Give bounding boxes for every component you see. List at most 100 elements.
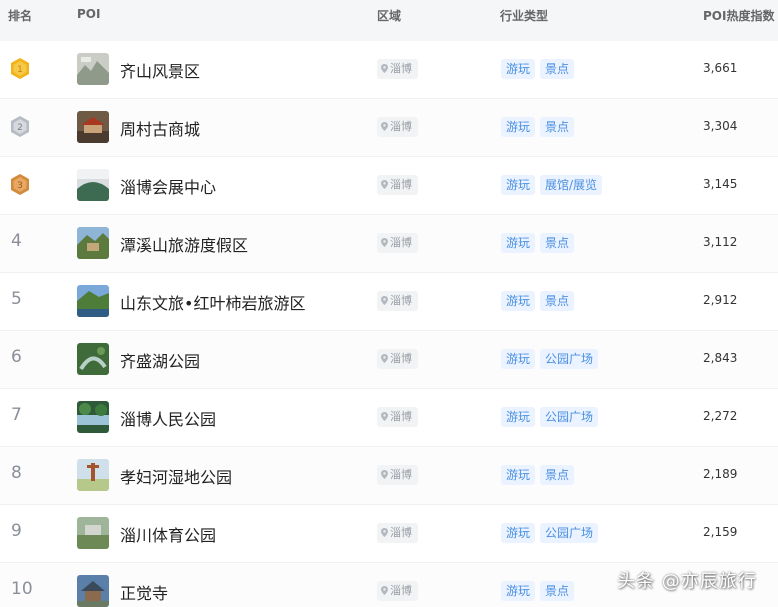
location-pin-icon — [381, 528, 388, 537]
region-label: 淄博 — [390, 352, 412, 365]
table-row[interactable]: 8 孝妇河湿地公园 淄博 游玩 景点 2,189 — [0, 447, 778, 505]
region-badge: 淄博 — [377, 523, 418, 543]
heat-index-value: 2,912 — [703, 293, 738, 307]
industry-tag-secondary: 景点 — [540, 581, 575, 601]
heat-index-value: 2,843 — [703, 351, 738, 365]
region-label: 淄博 — [390, 178, 412, 191]
table-header: 排名 POI 区域 行业类型 POI热度指数 — [0, 0, 778, 42]
industry-tag-secondary: 景点 — [540, 291, 575, 311]
industry-tag-primary: 游玩 — [501, 581, 536, 601]
industry-tag-secondary: 公园广场 — [540, 523, 599, 543]
bronze-medal-icon: 3 — [9, 173, 31, 197]
industry-tag-primary: 游玩 — [501, 59, 536, 79]
rank-number: 10 — [11, 579, 33, 599]
poi-thumbnail-image[interactable] — [77, 169, 109, 201]
region-badge: 淄博 — [377, 407, 418, 427]
poi-name-link[interactable]: 正觉寺 — [120, 580, 168, 604]
industry-tag-primary: 游玩 — [501, 349, 536, 369]
poi-thumbnail-image[interactable] — [77, 401, 109, 433]
region-badge: 淄博 — [377, 465, 418, 485]
region-badge: 淄博 — [377, 581, 418, 601]
poi-thumbnail-image[interactable] — [77, 517, 109, 549]
heat-index-value: 3,145 — [703, 177, 738, 191]
table-row[interactable]: 5 山东文旅•红叶柿岩旅游区 淄博 游玩 景点 2,912 — [0, 273, 778, 331]
poi-thumbnail-image[interactable] — [77, 459, 109, 491]
poi-thumbnail-image[interactable] — [77, 53, 109, 85]
region-label: 淄博 — [390, 468, 412, 481]
table-row[interactable]: 9 淄川体育公园 淄博 游玩 公园广场 2,159 — [0, 505, 778, 563]
medal-rank-label: 3 — [17, 181, 23, 191]
poi-name-link[interactable]: 齐山风景区 — [120, 58, 200, 82]
region-label: 淄博 — [390, 120, 412, 133]
poi-name-link[interactable]: 淄川体育公园 — [120, 522, 216, 546]
location-pin-icon — [381, 296, 388, 305]
table-row[interactable]: 6 齐盛湖公园 淄博 游玩 公园广场 2,843 — [0, 331, 778, 389]
location-pin-icon — [381, 586, 388, 595]
industry-tag-primary: 游玩 — [501, 465, 536, 485]
poi-name-link[interactable]: 山东文旅•红叶柿岩旅游区 — [120, 290, 305, 314]
heat-index-value: 3,304 — [703, 119, 738, 133]
poi-thumbnail-image[interactable] — [77, 343, 109, 375]
region-label: 淄博 — [390, 62, 412, 75]
location-pin-icon — [381, 354, 388, 363]
heat-index-value: 3,112 — [703, 235, 738, 249]
industry-tag-primary: 游玩 — [501, 291, 536, 311]
silver-medal-icon: 2 — [9, 115, 31, 139]
medal-rank-label: 1 — [17, 65, 23, 75]
table-row[interactable]: 1 齐山风景区 淄博 游玩 景点 3,661 — [0, 41, 778, 99]
location-pin-icon — [381, 64, 388, 73]
heat-index-value: 2,189 — [703, 467, 738, 481]
location-pin-icon — [381, 470, 388, 479]
table-row[interactable]: 3 淄博会展中心 淄博 游玩 展馆/展览 3,145 — [0, 157, 778, 215]
poi-name-link[interactable]: 周村古商城 — [120, 116, 200, 140]
location-pin-icon — [381, 180, 388, 189]
location-pin-icon — [381, 122, 388, 131]
location-pin-icon — [381, 238, 388, 247]
table-row[interactable]: 4 潭溪山旅游度假区 淄博 游玩 景点 3,112 — [0, 215, 778, 273]
poi-name-link[interactable]: 潭溪山旅游度假区 — [120, 232, 248, 256]
poi-name-link[interactable]: 孝妇河湿地公园 — [120, 464, 232, 488]
rank-number: 8 — [11, 463, 22, 483]
rank-number: 4 — [11, 231, 22, 251]
industry-tag-secondary: 景点 — [540, 59, 575, 79]
industry-tag-primary: 游玩 — [501, 175, 536, 195]
region-label: 淄博 — [390, 294, 412, 307]
region-badge: 淄博 — [377, 175, 418, 195]
poi-ranking-page: 排名 POI 区域 行业类型 POI热度指数 1 齐山风景区 淄博 游玩 景点 … — [0, 0, 778, 607]
industry-tag-secondary: 公园广场 — [540, 349, 599, 369]
region-label: 淄博 — [390, 410, 412, 423]
industry-tag-secondary: 公园广场 — [540, 407, 599, 427]
industry-tag-primary: 游玩 — [501, 233, 536, 253]
rank-number: 5 — [11, 289, 22, 309]
header-poi[interactable]: POI — [77, 7, 100, 21]
region-label: 淄博 — [390, 526, 412, 539]
poi-thumbnail-image[interactable] — [77, 111, 109, 143]
heat-index-value: 2,272 — [703, 409, 738, 423]
poi-thumbnail-image[interactable] — [77, 227, 109, 259]
industry-tag-primary: 游玩 — [501, 523, 536, 543]
poi-name-link[interactable]: 淄博会展中心 — [120, 174, 216, 198]
ranking-table-body: 1 齐山风景区 淄博 游玩 景点 3,661 2 周村古商城 淄博 游玩 景点 … — [0, 41, 778, 607]
industry-tag-secondary: 景点 — [540, 233, 575, 253]
industry-tag-secondary: 景点 — [540, 465, 575, 485]
poi-name-link[interactable]: 淄博人民公园 — [120, 406, 216, 430]
header-region[interactable]: 区域 — [377, 7, 401, 24]
heat-index-value: 3,661 — [703, 61, 738, 75]
header-industry[interactable]: 行业类型 — [500, 7, 548, 24]
table-row[interactable]: 2 周村古商城 淄博 游玩 景点 3,304 — [0, 99, 778, 157]
header-rank[interactable]: 排名 — [8, 7, 32, 24]
header-heat-index[interactable]: POI热度指数 — [703, 7, 774, 24]
poi-thumbnail-image[interactable] — [77, 285, 109, 317]
industry-tag-secondary: 景点 — [540, 117, 575, 137]
table-row[interactable]: 7 淄博人民公园 淄博 游玩 公园广场 2,272 — [0, 389, 778, 447]
watermark-text: 头条 @亦辰旅行 — [617, 571, 757, 592]
heat-index-value: 2,159 — [703, 525, 738, 539]
poi-name-link[interactable]: 齐盛湖公园 — [120, 348, 200, 372]
poi-thumbnail-image[interactable] — [77, 575, 109, 607]
location-pin-icon — [381, 412, 388, 421]
rank-number: 7 — [11, 405, 22, 425]
medal-rank-label: 2 — [17, 123, 23, 133]
region-label: 淄博 — [390, 236, 412, 249]
rank-number: 9 — [11, 521, 22, 541]
region-label: 淄博 — [390, 584, 412, 597]
